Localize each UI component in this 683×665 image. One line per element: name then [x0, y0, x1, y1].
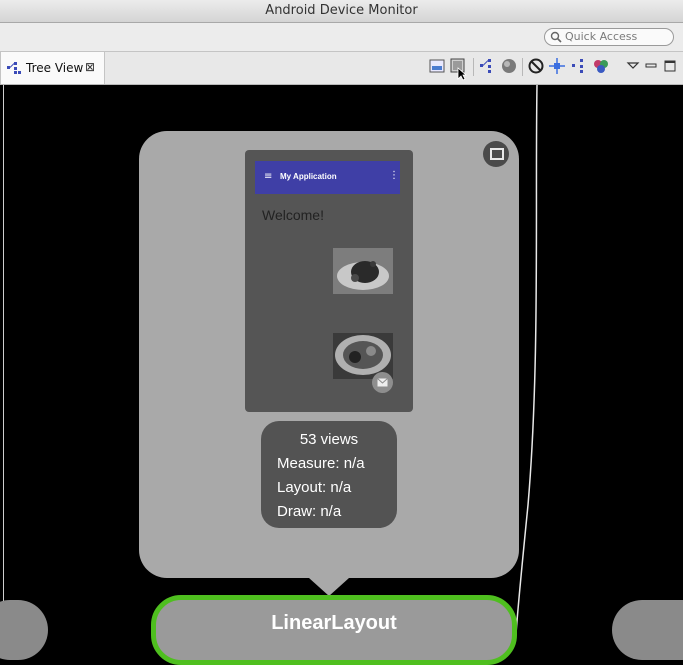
view-count: 53 views: [299, 431, 359, 448]
maximize-icon[interactable]: [661, 57, 679, 75]
preview-welcome-text: Welcome!: [262, 207, 324, 223]
menu-icon: ≡: [264, 171, 273, 182]
layout-time: Layout: n/a: [277, 479, 352, 496]
toolbar-separator: [522, 58, 523, 76]
view-stats-panel: 53 views Measure: n/a Layout: n/a Draw: …: [261, 421, 397, 528]
target-icon[interactable]: [548, 57, 566, 75]
stop-icon[interactable]: [527, 57, 545, 75]
tree-icon[interactable]: [478, 57, 496, 75]
mail-icon: [377, 378, 388, 387]
tab-tree-view[interactable]: Tree View ⊠: [0, 52, 105, 84]
sphere-icon[interactable]: [500, 57, 518, 75]
minimize-icon[interactable]: [642, 57, 660, 75]
view-menu-icon[interactable]: [624, 57, 642, 75]
sibling-node-right[interactable]: [612, 600, 683, 660]
tree-icon: [7, 62, 21, 74]
preview-app-title: My Application: [280, 172, 337, 181]
toolbar-separator: [473, 58, 474, 76]
quick-access-field[interactable]: Quick Access: [544, 28, 674, 46]
view-tabbar: Tree View ⊠: [0, 52, 683, 85]
card-pointer: [309, 578, 349, 596]
preview-app-bar: ≡ My Application ⋮: [255, 161, 400, 194]
tab-label: Tree View: [26, 61, 84, 75]
view-preview: ≡ My Application ⋮ Welcome!: [245, 150, 413, 412]
tab-close-icon[interactable]: ⊠: [85, 60, 95, 74]
window-title: Android Device Monitor: [265, 3, 418, 18]
preview-food-image: [333, 248, 393, 294]
search-icon: [550, 31, 562, 43]
capture-view-button[interactable]: [483, 141, 509, 167]
draw-time: Draw: n/a: [277, 503, 342, 520]
save-as-png-icon[interactable]: [428, 57, 446, 75]
tree-icon[interactable]: [570, 57, 588, 75]
tree-node-linearlayout[interactable]: LinearLayout: [151, 595, 517, 665]
layers-color-icon[interactable]: [592, 57, 610, 75]
overflow-icon: ⋮: [389, 170, 399, 181]
quick-access-placeholder: Quick Access: [565, 30, 638, 43]
window-icon: [490, 148, 504, 160]
window-titlebar: Android Device Monitor: [0, 0, 683, 23]
main-toolbar: Quick Access: [0, 23, 683, 52]
node-label: LinearLayout: [271, 612, 397, 634]
preview-fab: [372, 372, 393, 393]
measure-time: Measure: n/a: [277, 455, 365, 472]
mouse-cursor-icon: [457, 67, 467, 81]
